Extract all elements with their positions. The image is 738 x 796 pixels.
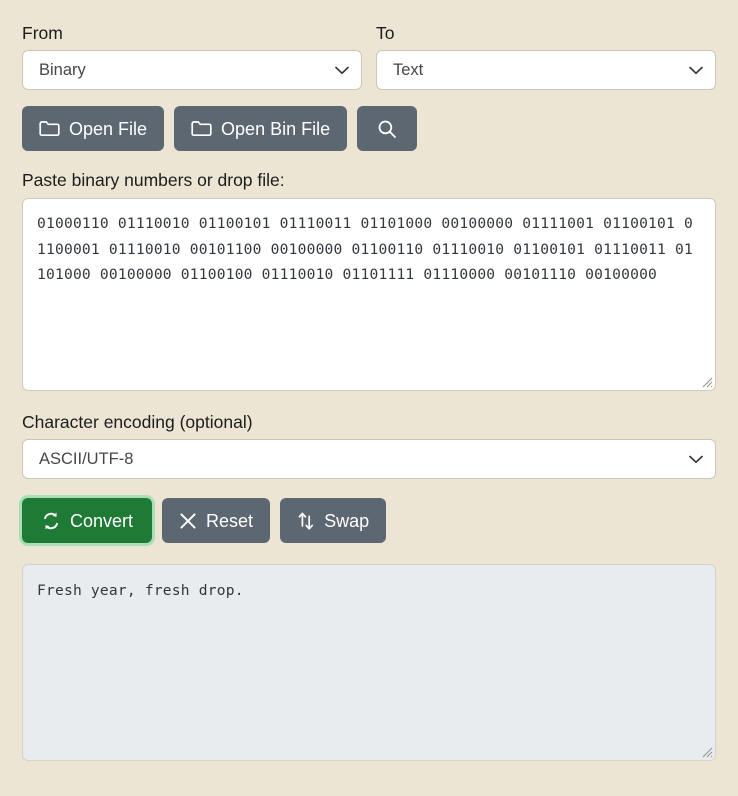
to-select-value: Text bbox=[393, 61, 423, 80]
from-label: From bbox=[22, 22, 362, 44]
to-field: To Text bbox=[376, 22, 716, 90]
refresh-icon bbox=[41, 511, 61, 531]
from-select[interactable]: Binary bbox=[22, 50, 362, 90]
encoding-select[interactable]: ASCII/UTF-8 bbox=[22, 439, 716, 479]
open-bin-file-button[interactable]: Open Bin File bbox=[174, 106, 347, 151]
binary-input-textarea[interactable] bbox=[22, 198, 716, 391]
output-area-wrap bbox=[22, 564, 716, 761]
input-area-wrap bbox=[22, 198, 716, 391]
text-output-textarea[interactable] bbox=[22, 564, 716, 761]
conversion-direction-row: From Binary To Text bbox=[22, 22, 716, 90]
folder-icon bbox=[39, 120, 60, 137]
convert-button[interactable]: Convert bbox=[22, 498, 152, 543]
convert-label: Convert bbox=[70, 512, 133, 530]
swap-label: Swap bbox=[324, 512, 369, 530]
swap-arrows-icon bbox=[297, 511, 315, 531]
encoding-select-value: ASCII/UTF-8 bbox=[39, 450, 133, 469]
search-button[interactable] bbox=[357, 106, 417, 151]
open-bin-file-label: Open Bin File bbox=[221, 120, 330, 138]
encoding-label: Character encoding (optional) bbox=[22, 411, 716, 433]
reset-button[interactable]: Reset bbox=[162, 498, 270, 543]
action-button-row: Convert Reset Swap bbox=[22, 498, 716, 543]
close-x-icon bbox=[179, 512, 197, 530]
from-select-value: Binary bbox=[39, 61, 86, 80]
swap-button[interactable]: Swap bbox=[280, 498, 386, 543]
converter-page: From Binary To Text bbox=[0, 0, 738, 761]
reset-label: Reset bbox=[206, 512, 253, 530]
search-icon bbox=[377, 119, 397, 139]
from-field: From Binary bbox=[22, 22, 362, 90]
from-select-wrap: Binary bbox=[22, 50, 362, 90]
to-select-wrap: Text bbox=[376, 50, 716, 90]
file-button-row: Open File Open Bin File bbox=[22, 106, 716, 151]
to-select[interactable]: Text bbox=[376, 50, 716, 90]
open-file-label: Open File bbox=[69, 120, 147, 138]
encoding-field: Character encoding (optional) ASCII/UTF-… bbox=[22, 411, 716, 479]
open-file-button[interactable]: Open File bbox=[22, 106, 164, 151]
to-label: To bbox=[376, 22, 716, 44]
encoding-select-wrap: ASCII/UTF-8 bbox=[22, 439, 716, 479]
input-area-label: Paste binary numbers or drop file: bbox=[22, 169, 716, 191]
folder-icon bbox=[191, 120, 212, 137]
